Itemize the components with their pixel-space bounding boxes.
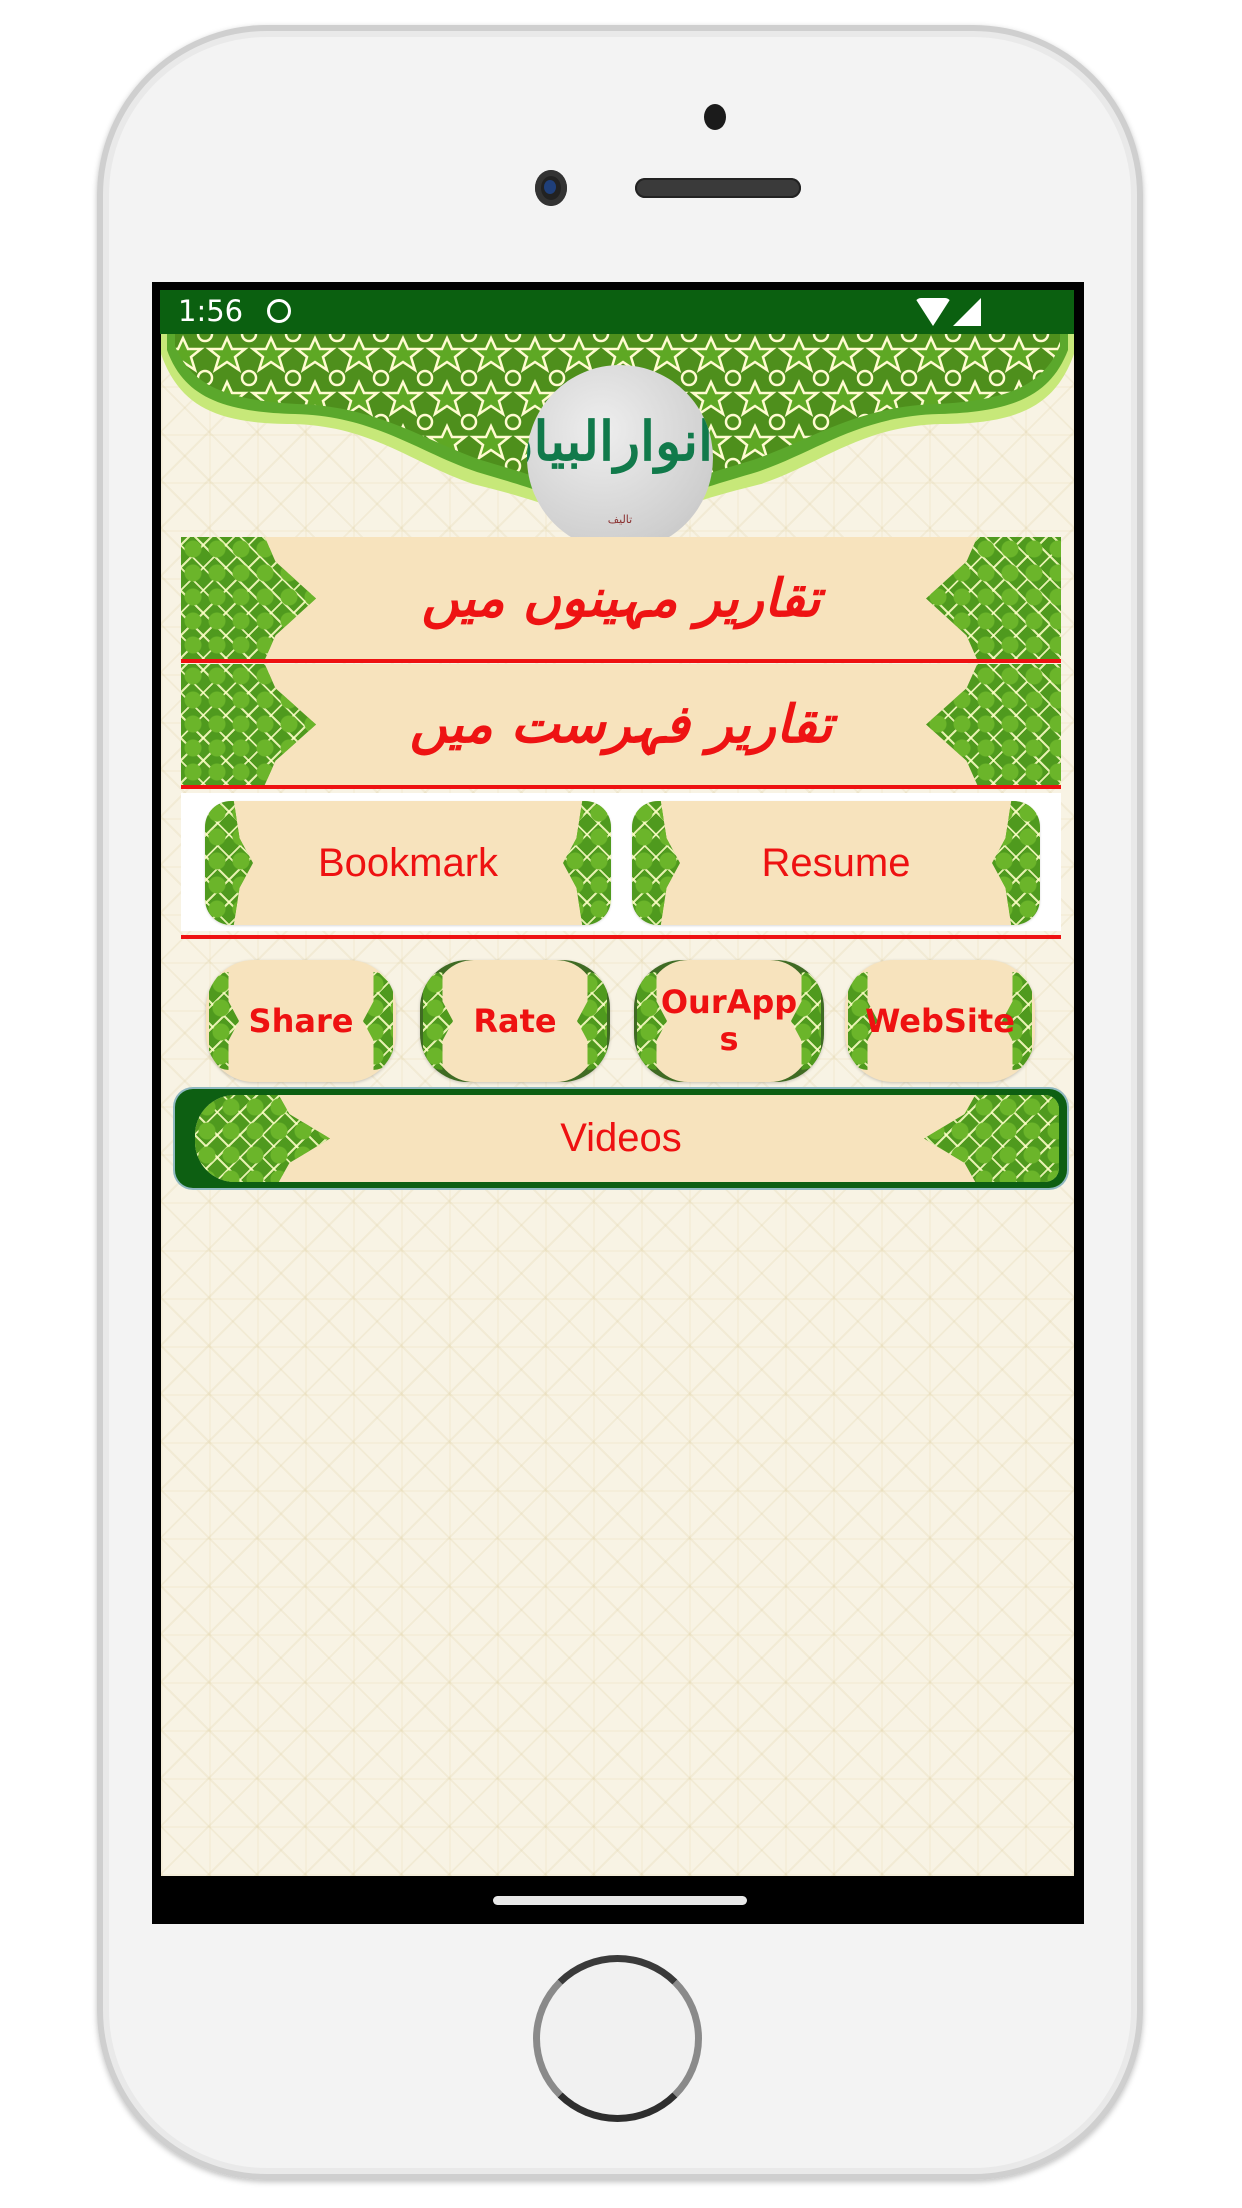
rate-label: Rate: [473, 1001, 557, 1040]
divider: [181, 935, 1061, 939]
our-apps-label: OurApps: [660, 983, 798, 1058]
proximity-sensor: [704, 104, 726, 130]
app-content: انوارالبیان تالیف تقاریر مہینوں میں تقار…: [161, 334, 1074, 1876]
earpiece-speaker: [635, 178, 801, 198]
divider: [181, 785, 1061, 789]
lectures-list-label: تقاریر فہرست میں: [409, 694, 833, 755]
notification-icon: [267, 299, 291, 323]
share-label: Share: [248, 1001, 354, 1040]
website-button[interactable]: WebSite: [845, 960, 1035, 1082]
bookmark-button[interactable]: Bookmark: [205, 801, 611, 925]
lectures-by-month-button[interactable]: تقاریر مہینوں میں: [181, 537, 1061, 660]
bookmark-label: Bookmark: [317, 841, 499, 885]
rate-button[interactable]: Rate: [420, 960, 610, 1082]
home-indicator[interactable]: [493, 1896, 747, 1905]
wifi-icon: [915, 298, 951, 326]
status-time: 1:56: [178, 294, 244, 328]
share-button[interactable]: Share: [206, 960, 396, 1082]
website-label: WebSite: [865, 1001, 1015, 1040]
home-button[interactable]: [533, 1955, 702, 2122]
our-apps-button[interactable]: OurApps: [634, 960, 824, 1082]
signal-icon: [953, 298, 981, 326]
logo-title: انوارالبیان: [527, 409, 713, 473]
videos-button[interactable]: Videos: [175, 1089, 1067, 1188]
lectures-by-month-label: تقاریر مہینوں میں: [421, 568, 821, 629]
videos-label: Videos: [560, 1116, 682, 1160]
resume-button[interactable]: Resume: [632, 801, 1040, 925]
logo-subtitle: تالیف: [607, 513, 633, 526]
app-logo: انوارالبیان تالیف: [527, 365, 713, 551]
resume-label: Resume: [761, 841, 911, 885]
status-bar: 1:56: [160, 290, 1074, 334]
lectures-list-button[interactable]: تقاریر فہرست میں: [181, 664, 1061, 785]
divider: [181, 659, 1061, 663]
front-camera: [535, 170, 567, 206]
